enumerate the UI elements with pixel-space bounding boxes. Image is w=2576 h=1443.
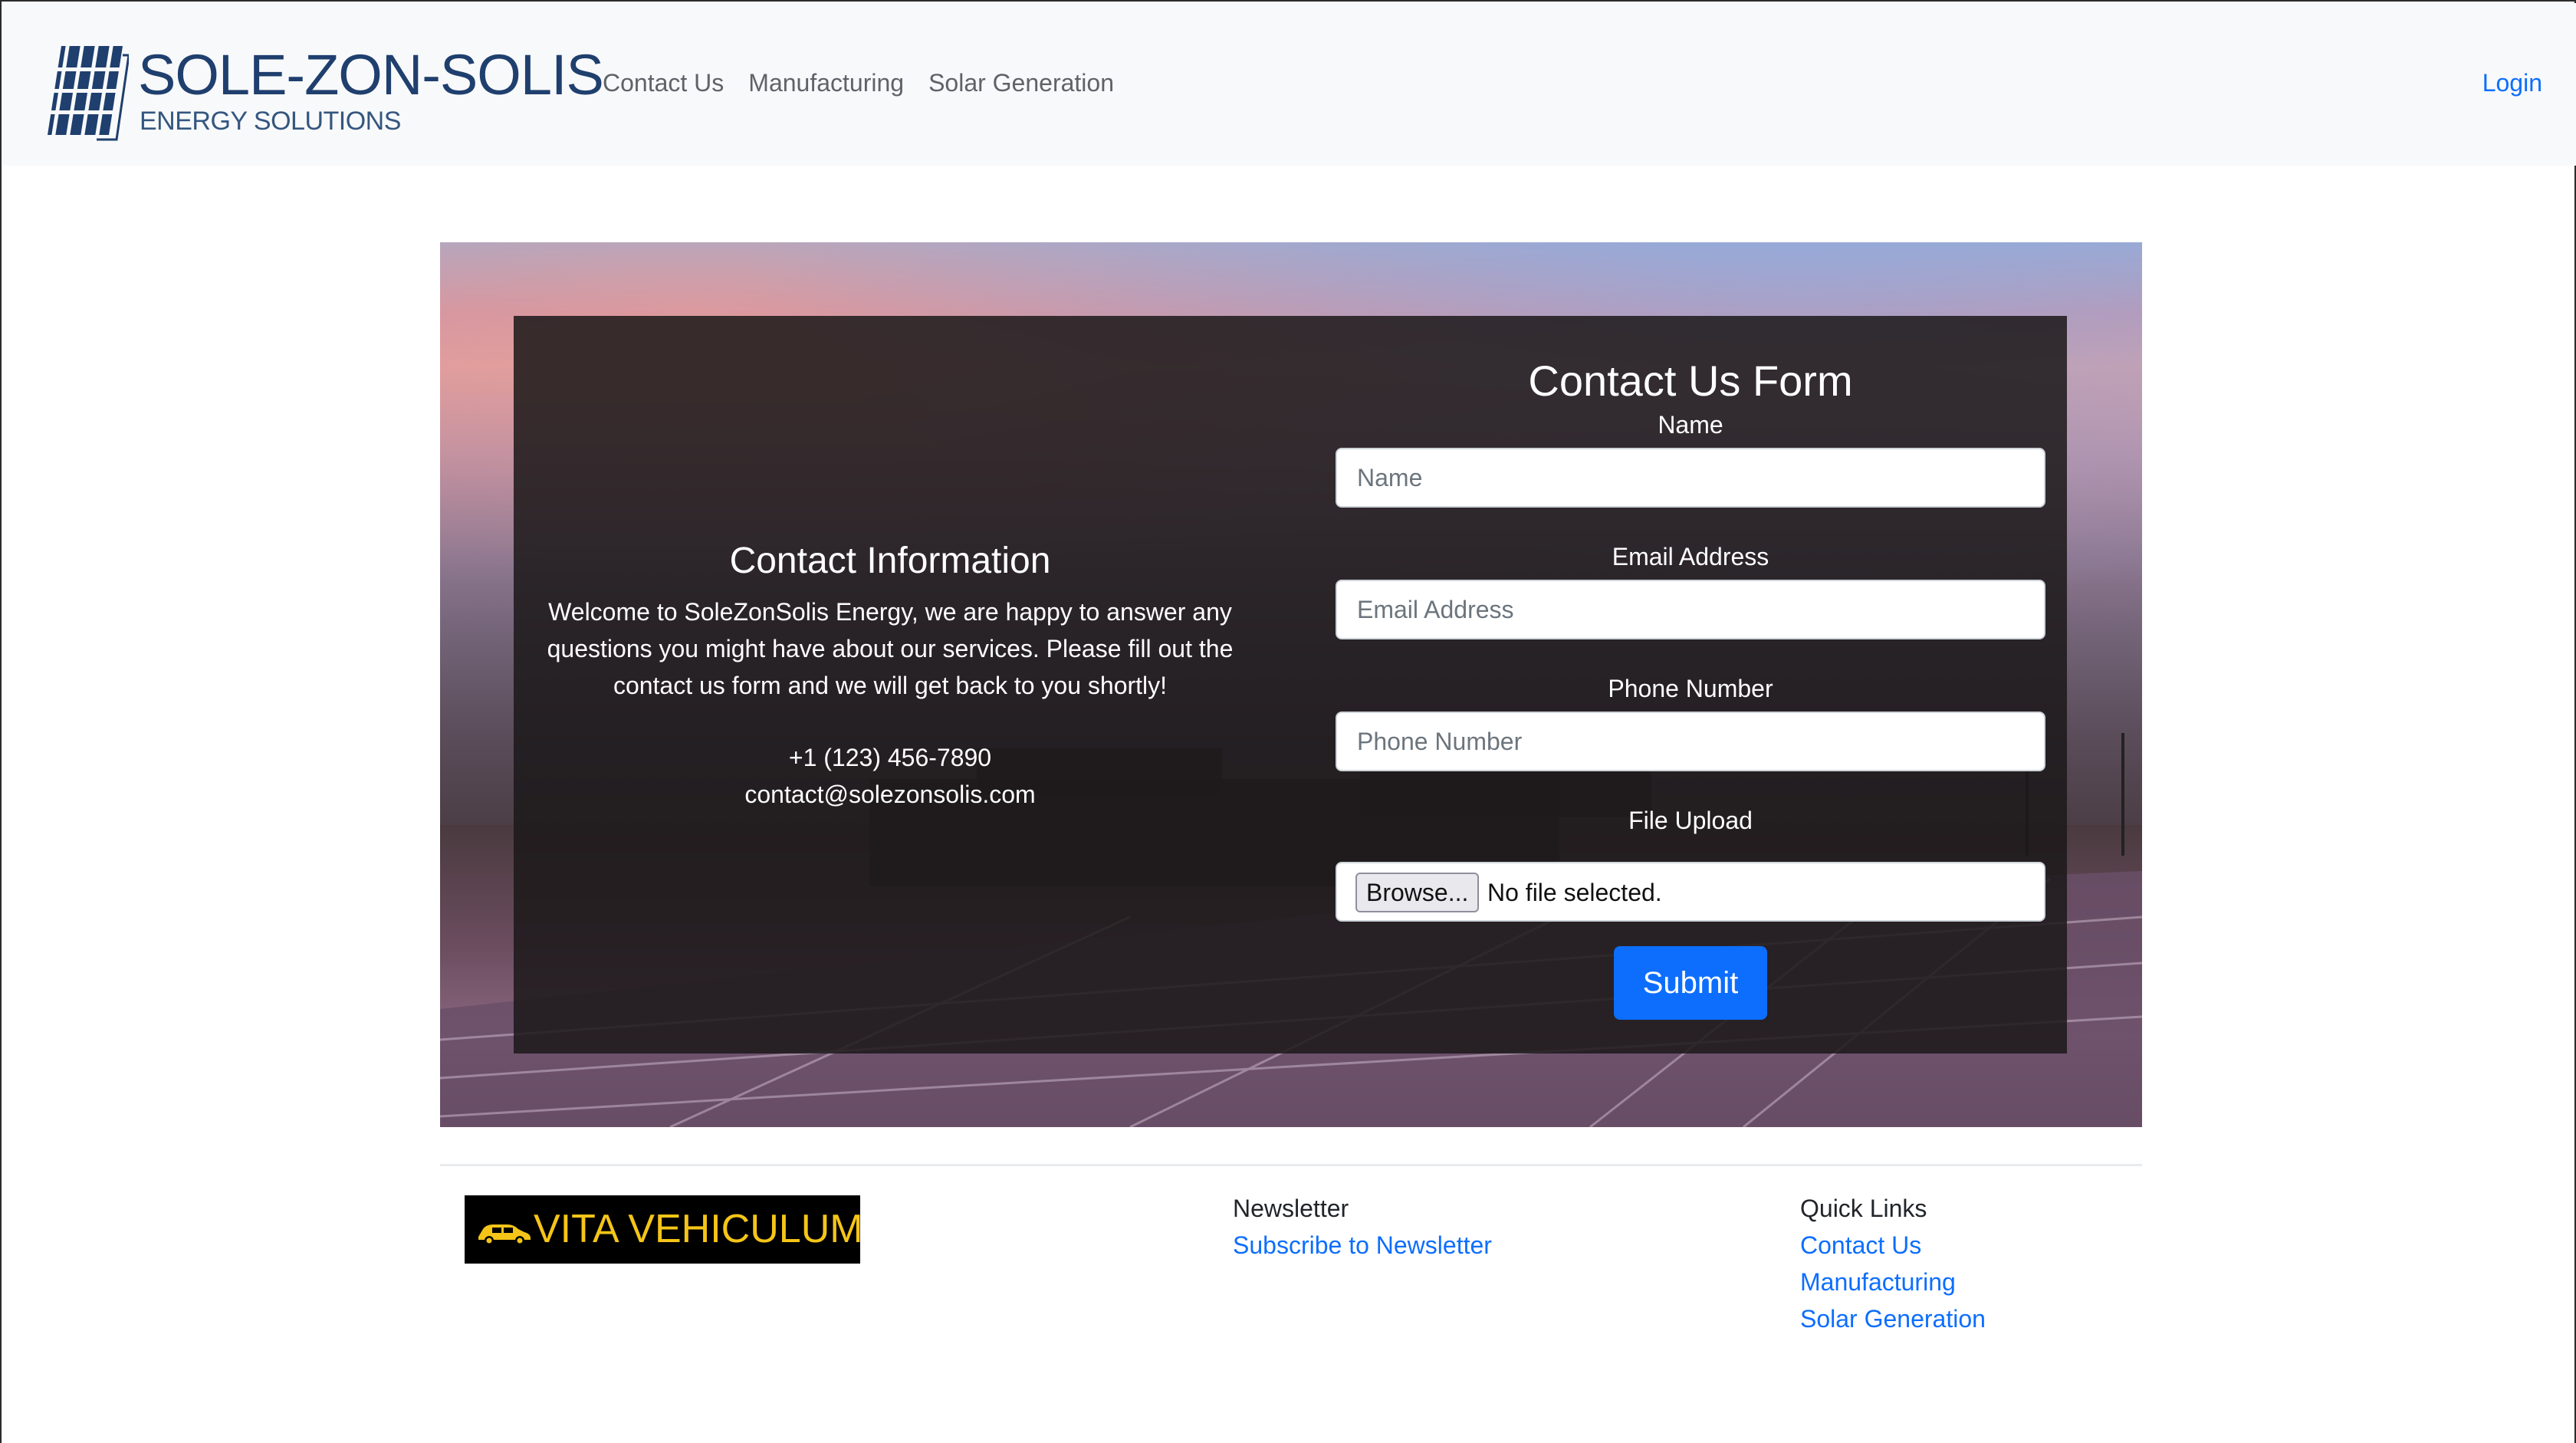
footer-link-contact-us[interactable]: Contact Us — [1800, 1227, 1921, 1264]
browse-button[interactable]: Browse... — [1355, 873, 1480, 912]
phone-input[interactable]: Phone Number — [1336, 712, 2045, 771]
email-label: Email Address — [1612, 543, 1769, 570]
login-link[interactable]: Login — [2482, 67, 2542, 98]
browser-viewport: SOLE-ZON-SOLIS ENERGY SOLUTIONS Contact … — [0, 0, 2576, 1443]
contact-card: Contact Information Welcome to SoleZonSo… — [514, 316, 2067, 1053]
nav-link-solar-generation[interactable]: Solar Generation — [928, 67, 1114, 98]
subscribe-newsletter-link[interactable]: Subscribe to Newsletter — [1233, 1227, 1492, 1264]
navbar: SOLE-ZON-SOLIS ENERGY SOLUTIONS Contact … — [3, 3, 2576, 166]
file-upload-input[interactable]: Browse... No file selected. — [1336, 862, 2045, 922]
contact-email: contact@solezonsolis.com — [744, 781, 1036, 808]
nav-link-manufacturing[interactable]: Manufacturing — [748, 67, 904, 98]
nav-links: Contact Us Manufacturing Solar Generatio… — [603, 67, 1114, 98]
submit-button[interactable]: Submit — [1614, 946, 1767, 1020]
sponsor-logo[interactable]: VITA VEHICULUM — [465, 1193, 863, 1264]
sponsor-text: VITA VEHICULUM — [534, 1207, 863, 1251]
email-input[interactable]: Email Address — [1336, 580, 2045, 639]
contact-info-text: Welcome to SoleZonSolis Energy, we are h… — [547, 598, 1234, 699]
contact-form: Contact Us Form Name Name Email Address … — [1336, 316, 2045, 1053]
contact-info: Contact Information Welcome to SoleZonSo… — [514, 316, 1267, 1053]
brand[interactable]: SOLE-ZON-SOLIS ENERGY SOLUTIONS — [43, 44, 604, 144]
name-input[interactable]: Name — [1336, 448, 2045, 508]
hero-section: Contact Information Welcome to SoleZonSo… — [440, 242, 2142, 1127]
quick-links-heading: Quick Links — [1800, 1195, 1927, 1222]
file-status: No file selected. — [1487, 879, 1662, 906]
car-icon — [478, 1224, 531, 1245]
nav-link-contact-us[interactable]: Contact Us — [603, 67, 724, 98]
brand-tagline: ENERGY SOLUTIONS — [140, 107, 401, 136]
contact-phone: +1 (123) 456-7890 — [788, 744, 992, 771]
contact-info-title: Contact Information — [729, 541, 1051, 581]
brand-name: SOLE-ZON-SOLIS — [138, 43, 604, 107]
phone-label: Phone Number — [1608, 675, 1773, 702]
name-label: Name — [1658, 411, 1723, 439]
footer-divider — [440, 1164, 2142, 1166]
footer-link-solar-generation[interactable]: Solar Generation — [1800, 1300, 1986, 1337]
newsletter-heading: Newsletter — [1233, 1195, 1349, 1222]
solar-panel-logo-icon — [43, 44, 129, 141]
form-title: Contact Us Form — [1528, 357, 1853, 405]
file-upload-label: File Upload — [1628, 807, 1753, 834]
footer-link-manufacturing[interactable]: Manufacturing — [1800, 1264, 1956, 1300]
